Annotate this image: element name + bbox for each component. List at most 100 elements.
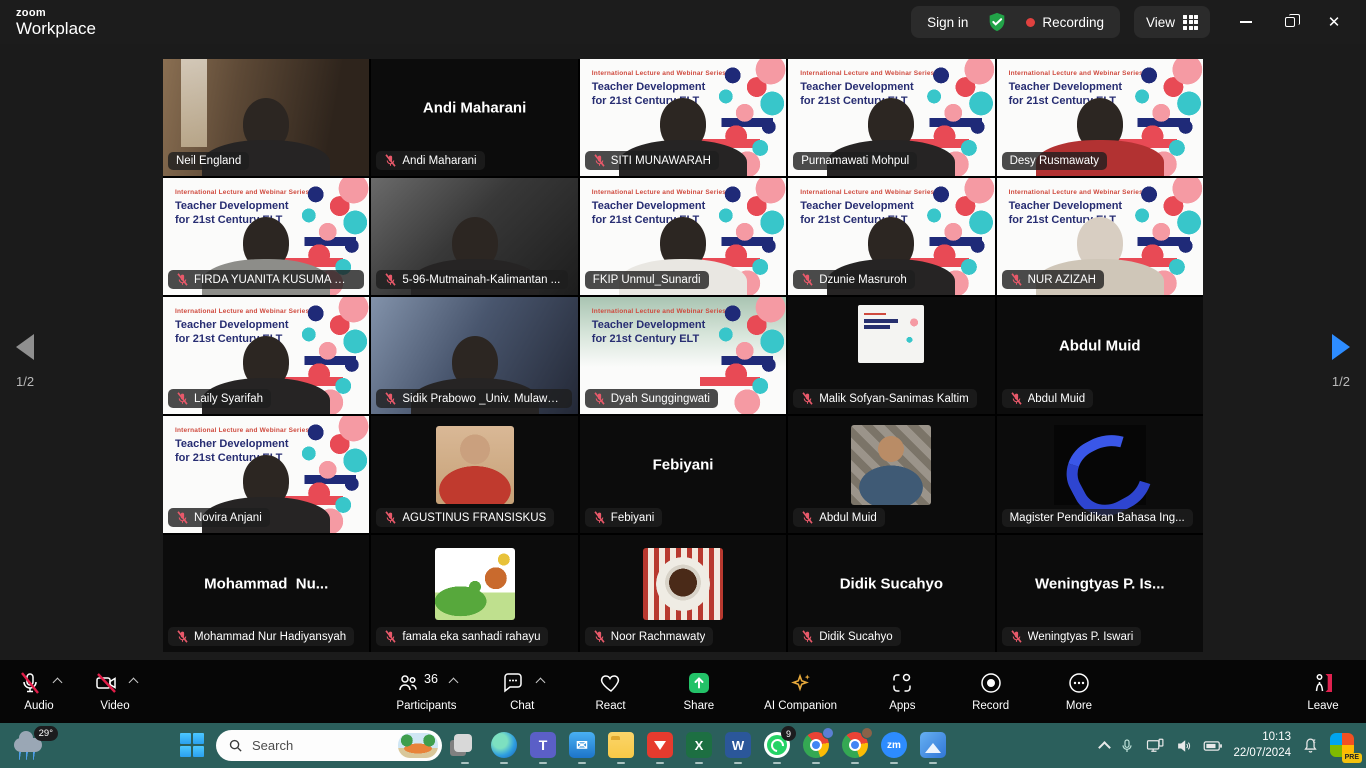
- participant-tile[interactable]: Andi Maharani Andi Maharani: [371, 59, 577, 176]
- participant-tile[interactable]: International Lecture and Webinar Series…: [580, 178, 786, 295]
- participant-tile[interactable]: International Lecture and Webinar Series…: [163, 416, 369, 533]
- taskbar-app-chrome-2-icon[interactable]: [840, 730, 870, 760]
- record-button[interactable]: Record: [968, 660, 1014, 723]
- taskbar-clock[interactable]: 10:13 22/07/2024: [1233, 730, 1291, 761]
- previous-page-arrow[interactable]: [16, 334, 34, 360]
- participant-tile[interactable]: Weningtyas P. Is... Weningtyas P. Iswari: [997, 535, 1203, 652]
- audio-button[interactable]: Audio: [16, 660, 62, 723]
- participant-tile[interactable]: International Lecture and Webinar Series…: [788, 59, 994, 176]
- taskbar-app-file-explorer-icon[interactable]: [606, 730, 636, 760]
- muted-mic-icon: [593, 392, 606, 405]
- participants-button[interactable]: 36 Participants: [396, 660, 457, 723]
- participant-tile[interactable]: famala eka sanhadi rahayu: [371, 535, 577, 652]
- participant-tile[interactable]: International Lecture and Webinar Series…: [163, 297, 369, 414]
- video-button[interactable]: Video: [92, 660, 138, 723]
- tray-overflow-chevron[interactable]: [1100, 739, 1109, 752]
- taskbar-app-edge-icon[interactable]: [489, 730, 519, 760]
- apps-button[interactable]: Apps: [879, 660, 925, 723]
- close-button[interactable]: ✕: [1312, 4, 1356, 40]
- more-button[interactable]: More: [1056, 660, 1102, 723]
- participant-tile[interactable]: Sidik Prabowo _Univ. Mulawar...: [371, 297, 577, 414]
- participant-name-tag: NUR AZIZAH: [1002, 270, 1104, 289]
- participant-tile[interactable]: Malik Sofyan-Sanimas Kaltim: [788, 297, 994, 414]
- start-button[interactable]: [180, 733, 204, 757]
- maximize-button[interactable]: [1268, 4, 1312, 40]
- mail-glyph: ✉: [569, 732, 595, 758]
- participant-tile[interactable]: International Lecture and Webinar Series…: [997, 59, 1203, 176]
- recording-indicator[interactable]: Recording: [1026, 15, 1104, 30]
- participant-name-tag: Febiyani: [585, 508, 662, 527]
- participant-tile[interactable]: Abdul Muid Abdul Muid: [997, 297, 1203, 414]
- ai-companion-button[interactable]: AI Companion: [764, 660, 837, 723]
- record-label: Record: [972, 700, 1009, 712]
- audio-options-chevron[interactable]: [52, 678, 62, 688]
- react-button[interactable]: React: [588, 660, 634, 723]
- participant-tile[interactable]: 5-96-Mutmainah-Kalimantan ...: [371, 178, 577, 295]
- next-page-arrow[interactable]: [1332, 334, 1350, 360]
- muted-camera-icon: [94, 671, 118, 695]
- taskbar-app-chrome-1-icon[interactable]: [801, 730, 831, 760]
- share-button[interactable]: Share: [676, 660, 722, 723]
- participant-name-tag: famala eka sanhadi rahayu: [376, 627, 548, 646]
- taskbar-app-acrobat-icon[interactable]: [645, 730, 675, 760]
- participant-tile[interactable]: International Lecture and Webinar Series…: [788, 178, 994, 295]
- weather-widget[interactable]: 29°: [14, 730, 54, 762]
- taskbar-app-zoom-icon[interactable]: zm: [879, 730, 909, 760]
- notification-bell-icon[interactable]: z: [1301, 736, 1320, 755]
- muted-mic-icon: [384, 511, 397, 524]
- sign-in-button[interactable]: Sign in: [927, 15, 968, 30]
- minimize-button[interactable]: [1224, 4, 1268, 40]
- apps-icon: [890, 671, 914, 695]
- gallery-pager-right: 1/2: [1332, 334, 1350, 389]
- clock-time: 10:13: [1233, 730, 1291, 746]
- taskbar-app-mail-icon[interactable]: ✉: [567, 730, 597, 760]
- ai-companion-label: AI Companion: [764, 700, 837, 712]
- participants-options-chevron[interactable]: [448, 678, 458, 688]
- participant-tile[interactable]: International Lecture and Webinar Series…: [580, 59, 786, 176]
- participant-name-tag: Didik Sucahyo: [793, 627, 901, 646]
- chat-button[interactable]: Chat: [499, 660, 545, 723]
- chat-options-chevron[interactable]: [535, 678, 545, 688]
- muted-mic-icon: [176, 511, 189, 524]
- record-icon: [979, 671, 1003, 695]
- meeting-toolbar: Audio Video 36: [0, 660, 1366, 723]
- tray-display-icon[interactable]: [1145, 737, 1165, 755]
- weather-rain-icon: [19, 752, 39, 760]
- video-options-chevron[interactable]: [128, 678, 138, 688]
- taskbar-app-task-view-icon[interactable]: [450, 730, 480, 760]
- participant-tile[interactable]: Magister Pendidikan Bahasa Ing...: [997, 416, 1203, 533]
- participant-name-tag: Purnamawati Mohpul: [793, 152, 917, 170]
- participant-tile[interactable]: International Lecture and Webinar Series…: [580, 297, 786, 414]
- tray-speaker-icon[interactable]: [1175, 738, 1193, 754]
- taskbar-app-whatsapp-icon[interactable]: 9: [762, 730, 792, 760]
- security-shield-icon[interactable]: [986, 11, 1008, 33]
- taskbar-app-teams-icon[interactable]: T: [528, 730, 558, 760]
- leave-button[interactable]: Leave: [1300, 660, 1346, 723]
- taskbar-app-word-icon[interactable]: W: [723, 730, 753, 760]
- taskbar-app-photos-icon[interactable]: [918, 730, 948, 760]
- taskbar-app-excel-icon[interactable]: X: [684, 730, 714, 760]
- participant-tile[interactable]: Didik Sucahyo Didik Sucahyo: [788, 535, 994, 652]
- participant-tile[interactable]: International Lecture and Webinar Series…: [997, 178, 1203, 295]
- view-button[interactable]: View: [1134, 6, 1210, 38]
- page-indicator: 1/2: [16, 374, 34, 389]
- muted-mic-icon: [593, 154, 606, 167]
- participant-tile[interactable]: International Lecture and Webinar Series…: [163, 178, 369, 295]
- copilot-icon[interactable]: PRE: [1330, 733, 1356, 759]
- participant-tile[interactable]: AGUSTINUS FRANSISKUS: [371, 416, 577, 533]
- participant-name-label: Mohammad Nur Hadiyansyah: [194, 631, 346, 643]
- muted-mic-icon: [384, 392, 397, 405]
- participant-tile[interactable]: Abdul Muid: [788, 416, 994, 533]
- video-label: Video: [100, 700, 129, 712]
- search-box[interactable]: Search: [216, 730, 442, 761]
- tray-battery-icon[interactable]: [1203, 739, 1223, 753]
- tray-mic-icon[interactable]: [1119, 738, 1135, 754]
- participant-avatar: [435, 548, 515, 620]
- participant-tile[interactable]: Noor Rachmawaty: [580, 535, 786, 652]
- participant-name-label: Dzunie Masruroh: [819, 274, 907, 286]
- toolbar-center-group: 36 Participants Chat: [396, 660, 1102, 723]
- participant-tile[interactable]: Febiyani Febiyani: [580, 416, 786, 533]
- participant-tile[interactable]: Mohammad Nu... Mohammad Nur Hadiyansyah: [163, 535, 369, 652]
- participant-tile[interactable]: Neil England: [163, 59, 369, 176]
- participant-name-tag: Weningtyas P. Iswari: [1002, 627, 1142, 646]
